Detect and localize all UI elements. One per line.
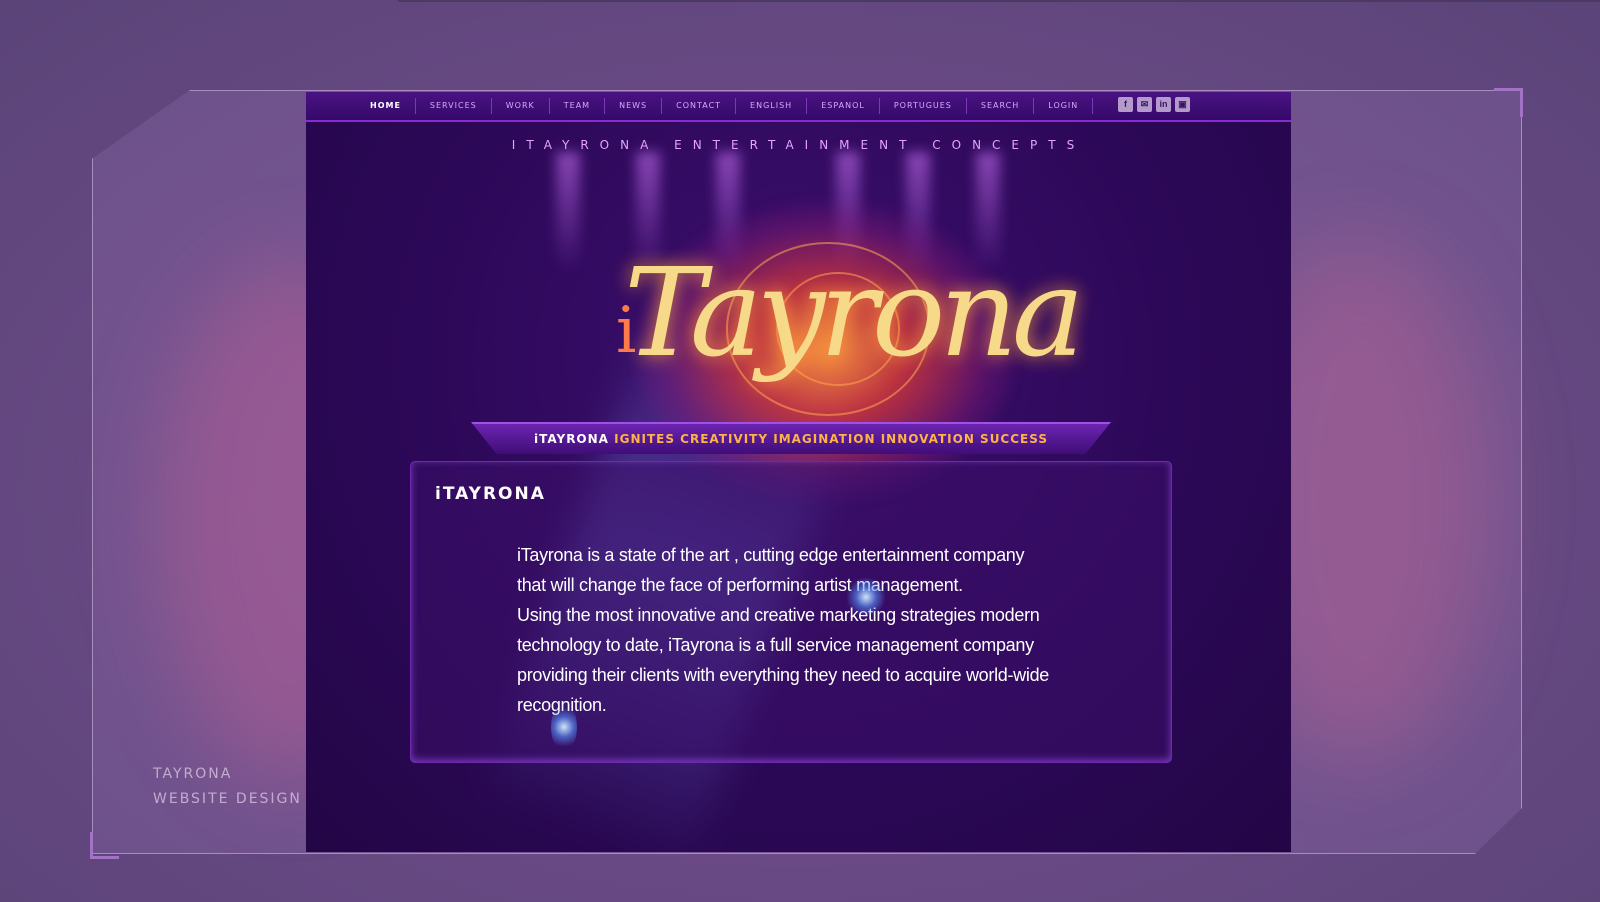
body-line: iTayrona is a state of the art , cutting… <box>517 545 1025 565</box>
website-screenshot: HOME SERVICES WORK TEAM NEWS CONTACT ENG… <box>306 92 1291 852</box>
body-line: Using the most innovative and creative m… <box>517 605 1040 625</box>
light-flare <box>846 577 886 617</box>
logo-wordmark: Tayrona <box>624 242 1085 384</box>
panel-body: iTayrona is a state of the art , cutting… <box>517 540 1137 720</box>
body-line: providing their clients with everything … <box>517 665 1049 685</box>
facebook-icon[interactable]: f <box>1118 97 1133 112</box>
body-line: that will change the face of performing … <box>517 575 963 595</box>
email-icon[interactable]: ✉ <box>1137 97 1152 112</box>
project-caption: TAYRONA WEBSITE DESIGN <box>153 762 302 812</box>
youtube-icon[interactable]: ▣ <box>1175 97 1190 112</box>
frame-corner-top-right <box>1494 88 1523 117</box>
body-line: recognition. <box>517 690 1137 720</box>
nav-item-english[interactable]: ENGLISH <box>736 98 808 114</box>
nav-item-login[interactable]: LOGIN <box>1034 98 1094 114</box>
nav-item-news[interactable]: NEWS <box>605 98 663 114</box>
site-tagline: ITAYRONA ENTERTAINMENT CONCEPTS <box>511 138 1086 152</box>
slogan-text: iTAYRONA IGNITES CREATIVITY IMAGINATION … <box>471 424 1111 454</box>
frame-corner-bottom-left <box>90 832 119 859</box>
social-links: f ✉ in ▣ <box>1118 97 1190 112</box>
nav-items: HOME SERVICES WORK TEAM NEWS CONTACT ENG… <box>356 92 1094 120</box>
nav-item-search[interactable]: SEARCH <box>967 98 1035 114</box>
nav-item-work[interactable]: WORK <box>492 98 550 114</box>
slogan-brand: iTAYRONA <box>534 432 609 446</box>
body-line: technology to date, iTayrona is a full s… <box>517 635 1034 655</box>
caption-subtitle: WEBSITE DESIGN <box>153 791 302 807</box>
slogan-banner: iTAYRONA IGNITES CREATIVITY IMAGINATION … <box>471 422 1111 454</box>
about-panel: iTAYRONA iTayrona is a state of the art … <box>410 461 1172 763</box>
linkedin-icon[interactable]: in <box>1156 97 1171 112</box>
stage-light-beam <box>556 152 580 272</box>
nav-item-services[interactable]: SERVICES <box>416 98 492 114</box>
nav-item-contact[interactable]: CONTACT <box>662 98 737 114</box>
light-flare <box>551 702 577 752</box>
slogan-words: IGNITES CREATIVITY IMAGINATION INNOVATIO… <box>614 432 1048 446</box>
nav-item-home[interactable]: HOME <box>356 98 416 114</box>
top-divider <box>398 0 1600 2</box>
top-navigation: HOME SERVICES WORK TEAM NEWS CONTACT ENG… <box>306 92 1291 122</box>
nav-item-team[interactable]: TEAM <box>550 98 606 114</box>
nav-item-espanol[interactable]: ESPANOL <box>807 98 880 114</box>
nav-item-portugues[interactable]: PORTUGUES <box>880 98 967 114</box>
panel-title: iTAYRONA <box>435 484 546 504</box>
caption-title: TAYRONA <box>153 766 233 782</box>
